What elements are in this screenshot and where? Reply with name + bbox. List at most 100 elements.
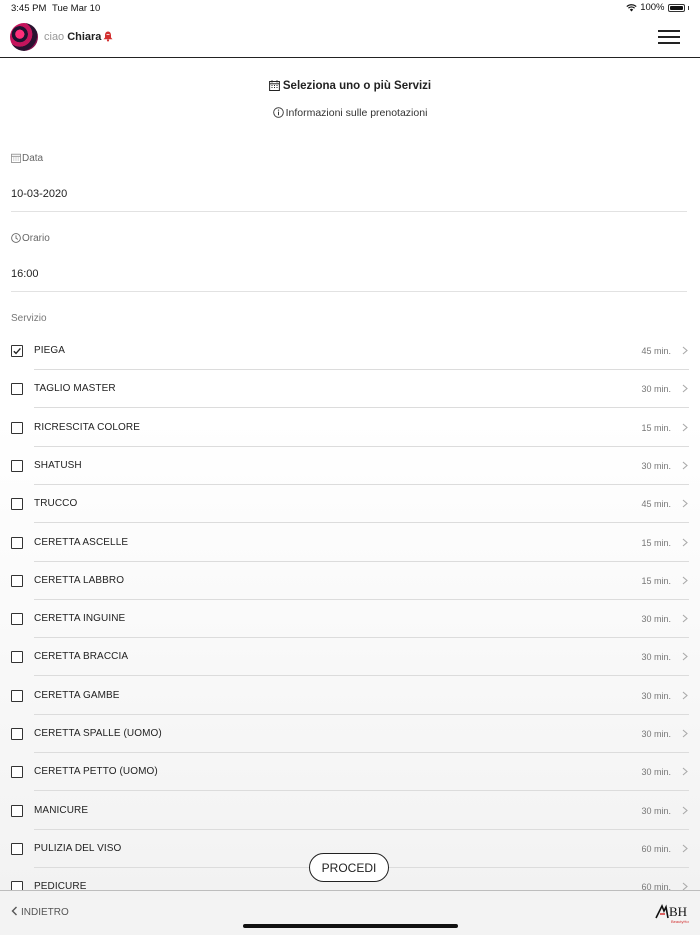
service-name: CERETTA GAMBE xyxy=(34,689,120,701)
battery-tip xyxy=(687,5,689,10)
battery-percent: 100% xyxy=(640,2,665,13)
service-row[interactable]: CERETTA SPALLE (UOMO) 30 min. xyxy=(0,715,700,753)
svg-text:BH: BH xyxy=(669,904,687,919)
bell-icon[interactable] xyxy=(102,30,114,42)
service-row[interactable]: CERETTA ASCELLE 15 min. xyxy=(0,524,700,562)
booking-info-link[interactable]: Informazioni sulle prenotazioni xyxy=(0,107,700,119)
service-checkbox[interactable] xyxy=(11,728,23,740)
service-checkbox[interactable] xyxy=(11,421,23,434)
service-checkbox[interactable] xyxy=(11,651,23,664)
service-name: CERETTA INGUINE xyxy=(34,613,126,625)
service-row[interactable]: CERETTA BRACCIA 30 min. xyxy=(0,638,700,677)
chevron-right-icon[interactable] xyxy=(682,384,688,393)
service-name: SHATUSH xyxy=(34,459,82,471)
service-duration: 30 min. xyxy=(641,729,671,739)
service-checkbox[interactable] xyxy=(11,881,23,890)
service-name: RICRESCITA COLORE xyxy=(34,421,140,433)
chevron-right-icon[interactable] xyxy=(682,806,688,815)
service-row[interactable]: CERETTA PETTO (UOMO) 30 min. xyxy=(0,753,700,792)
status-right: 100% xyxy=(626,2,689,13)
user-name: Chiara xyxy=(67,31,102,43)
home-indicator xyxy=(243,924,458,928)
service-duration: 30 min. xyxy=(641,805,671,816)
chevron-right-icon[interactable] xyxy=(682,844,688,853)
service-name: TRUCCO xyxy=(34,498,78,510)
service-duration: 60 min. xyxy=(641,882,671,890)
service-name: CERETTA PETTO (UOMO) xyxy=(34,766,158,778)
chevron-right-icon[interactable] xyxy=(682,882,688,890)
service-checkbox[interactable] xyxy=(11,613,23,626)
battery-icon xyxy=(667,3,685,12)
greeting: ciao Chiara xyxy=(44,31,101,43)
service-name: TAGLIO MASTER xyxy=(34,383,116,395)
service-duration: 45 min. xyxy=(641,346,671,356)
service-checkbox[interactable] xyxy=(11,689,23,702)
service-checkbox[interactable] xyxy=(11,804,23,817)
service-row[interactable]: PIEGA 45 min. xyxy=(0,332,700,370)
service-checkbox[interactable] xyxy=(11,574,23,587)
service-checkbox[interactable] xyxy=(11,766,23,779)
chevron-right-icon[interactable] xyxy=(682,691,688,700)
service-duration: 30 min. xyxy=(641,652,671,663)
service-duration: 15 min. xyxy=(641,537,671,548)
back-label: INDIETRO xyxy=(21,907,69,918)
chevron-right-icon[interactable] xyxy=(682,614,688,623)
chevron-right-icon[interactable] xyxy=(682,729,688,738)
service-duration: 15 min. xyxy=(641,575,671,586)
service-checkbox[interactable] xyxy=(11,498,23,511)
service-row[interactable]: RICRESCITA COLORE 15 min. xyxy=(0,409,700,447)
service-row[interactable]: TAGLIO MASTER 30 min. xyxy=(0,370,700,409)
info-link-text: Informazioni sulle prenotazioni xyxy=(285,107,428,119)
service-name: CERETTA BRACCIA xyxy=(34,651,129,663)
calendar-small-icon xyxy=(11,153,21,163)
info-icon xyxy=(272,107,284,118)
service-row[interactable]: MANICURE 30 min. xyxy=(0,792,700,830)
service-list: PIEGA 45 min. TAGLIO MASTER 30 min. RICRESCI… xyxy=(0,332,700,890)
service-duration: 30 min. xyxy=(641,690,671,701)
chevron-right-icon[interactable] xyxy=(682,499,688,508)
service-row[interactable]: SHATUSH 30 min. xyxy=(0,447,700,485)
chevron-right-icon[interactable] xyxy=(682,576,688,585)
chevron-right-icon[interactable] xyxy=(682,538,688,547)
service-checkbox[interactable] xyxy=(11,536,23,549)
chevron-right-icon[interactable] xyxy=(682,652,688,661)
service-duration: 30 min. xyxy=(641,767,671,778)
clock-icon xyxy=(11,233,21,243)
hamburger-menu-icon[interactable] xyxy=(658,28,680,46)
service-duration: 30 min. xyxy=(641,460,671,471)
service-name: MANICURE xyxy=(34,804,89,816)
service-checkbox[interactable] xyxy=(11,459,23,472)
avatar[interactable] xyxy=(10,23,38,51)
service-name: PEDICURE xyxy=(34,881,87,890)
chevron-right-icon[interactable] xyxy=(682,346,688,355)
service-checkbox[interactable] xyxy=(11,842,23,855)
service-duration: 30 min. xyxy=(641,614,671,625)
service-label: Servizio xyxy=(11,313,47,324)
service-name: CERETTA ASCELLE xyxy=(34,536,129,548)
chevron-right-icon[interactable] xyxy=(682,461,688,470)
service-row[interactable]: TRUCCO 45 min. xyxy=(0,485,700,524)
back-button[interactable]: INDIETRO xyxy=(11,906,69,918)
time-label-text: Orario xyxy=(22,233,50,244)
chevron-right-icon[interactable] xyxy=(682,423,688,432)
page-title-text: Seleziona uno o più Servizi xyxy=(282,80,432,92)
service-name: PIEGA xyxy=(34,345,66,356)
service-row[interactable]: CERETTA LABBRO 15 min. xyxy=(0,562,700,600)
page-title: Seleziona uno o più Servizi xyxy=(0,80,700,92)
chevron-right-icon[interactable] xyxy=(682,767,688,776)
service-checkbox[interactable] xyxy=(11,345,23,357)
service-name: CERETTA LABBRO xyxy=(34,574,125,586)
service-checkbox[interactable] xyxy=(11,383,23,396)
service-row[interactable]: CERETTA INGUINE 30 min. xyxy=(0,600,700,639)
calendar-icon xyxy=(268,80,280,91)
time-field[interactable]: 16:00 xyxy=(11,268,687,292)
svg-text:BeautyHouse: BeautyHouse xyxy=(671,919,689,924)
date-label-text: Data xyxy=(22,153,44,164)
service-row[interactable]: CERETTA GAMBE 30 min. xyxy=(0,677,700,715)
proceed-button[interactable]: PROCEDI xyxy=(309,853,389,882)
status-bar: 3:45 PM Tue Mar 10 100% xyxy=(0,0,700,17)
chevron-left-icon xyxy=(11,906,17,916)
date-field[interactable]: 10-03-2020 xyxy=(11,188,687,212)
service-duration: 15 min. xyxy=(641,422,671,433)
service-name: CERETTA SPALLE (UOMO) xyxy=(34,728,162,739)
